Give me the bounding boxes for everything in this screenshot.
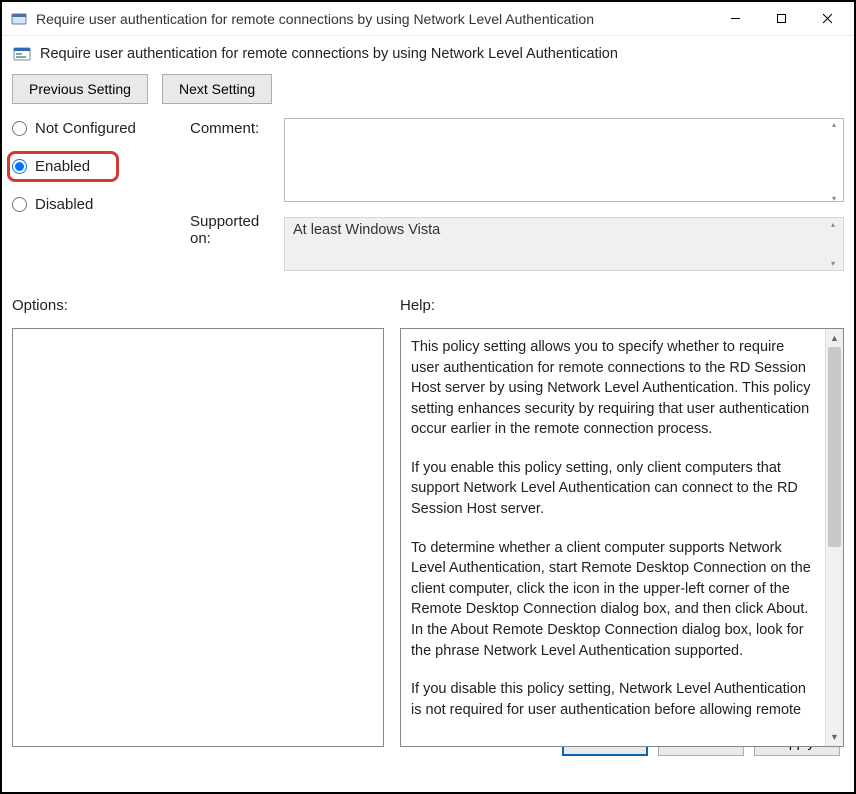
radio-not-configured-label: Not Configured	[35, 120, 136, 137]
scroll-thumb[interactable]	[828, 347, 841, 547]
spinner-up-icon[interactable]: ▴	[832, 120, 836, 129]
spinner-down-icon[interactable]: ▾	[831, 259, 835, 268]
window-controls	[712, 4, 850, 34]
previous-setting-button[interactable]: Previous Setting	[12, 74, 148, 104]
help-paragraph: This policy setting allows you to specif…	[411, 337, 815, 440]
radio-enabled-label: Enabled	[35, 158, 90, 175]
supported-on-value: At least Windows Vista	[293, 222, 440, 238]
help-pane: This policy setting allows you to specif…	[400, 328, 844, 747]
supported-on-field: At least Windows Vista ▴ ▾	[284, 217, 844, 271]
comment-spinner[interactable]: ▴ ▾	[826, 120, 842, 203]
radio-enabled[interactable]: Enabled	[12, 158, 90, 175]
state-radio-group: Not Configured Enabled Disabled	[12, 118, 190, 271]
help-text: This policy setting allows you to specif…	[401, 329, 825, 746]
comment-input[interactable]	[284, 118, 844, 202]
help-label: Help:	[400, 297, 844, 314]
options-pane	[12, 328, 384, 747]
minimize-button[interactable]	[712, 4, 758, 34]
app-icon	[10, 10, 28, 28]
close-button[interactable]	[804, 4, 850, 34]
help-paragraph: If you disable this policy setting, Netw…	[411, 679, 815, 720]
options-label: Options:	[12, 297, 400, 314]
radio-enabled-input[interactable]	[12, 159, 27, 174]
radio-disabled[interactable]: Disabled	[12, 196, 190, 213]
spinner-down-icon[interactable]: ▾	[832, 194, 836, 203]
radio-disabled-label: Disabled	[35, 196, 93, 213]
window-titlebar: Require user authentication for remote c…	[2, 2, 854, 36]
help-paragraph: To determine whether a client computer s…	[411, 538, 815, 661]
radio-disabled-input[interactable]	[12, 197, 27, 212]
scroll-up-icon[interactable]: ▲	[826, 329, 843, 347]
window-title: Require user authentication for remote c…	[36, 11, 712, 27]
help-paragraph: If you enable this policy setting, only …	[411, 458, 815, 520]
supported-on-label: Supported on:	[190, 211, 284, 247]
radio-not-configured-input[interactable]	[12, 121, 27, 136]
policy-title: Require user authentication for remote c…	[40, 46, 618, 62]
radio-not-configured[interactable]: Not Configured	[12, 120, 190, 137]
comment-label: Comment:	[190, 118, 284, 137]
supported-spinner[interactable]: ▴ ▾	[825, 220, 841, 268]
maximize-button[interactable]	[758, 4, 804, 34]
nav-buttons: Previous Setting Next Setting	[2, 74, 854, 112]
policy-icon	[12, 44, 32, 64]
scroll-down-icon[interactable]: ▼	[826, 728, 843, 746]
policy-header: Require user authentication for remote c…	[2, 36, 854, 74]
spinner-up-icon[interactable]: ▴	[831, 220, 835, 229]
enabled-highlight: Enabled	[7, 151, 119, 182]
next-setting-button[interactable]: Next Setting	[162, 74, 272, 104]
help-scrollbar[interactable]: ▲ ▼	[825, 329, 843, 746]
